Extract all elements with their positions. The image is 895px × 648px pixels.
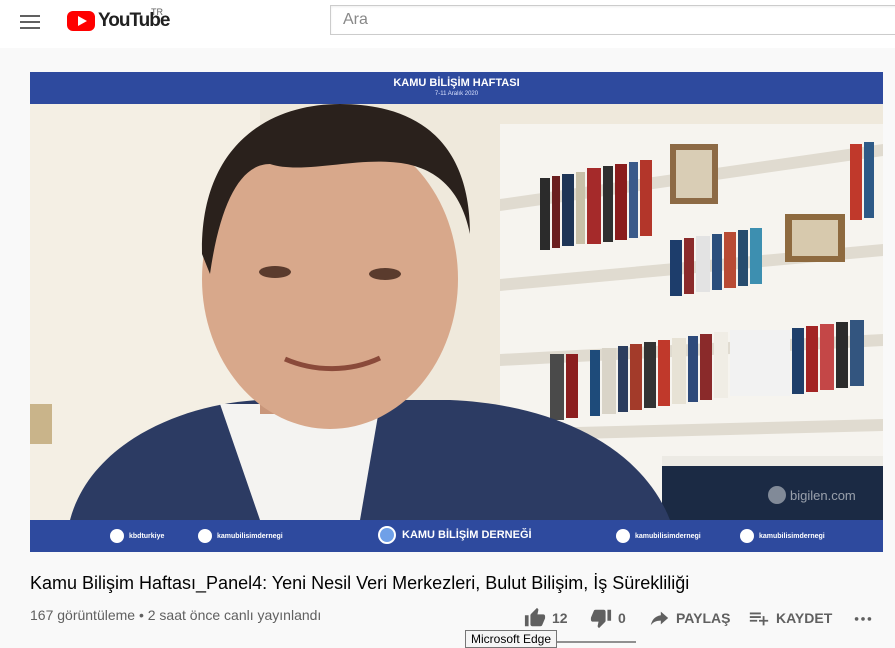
- association-logo-icon: [378, 526, 396, 544]
- linkedin-icon: [198, 529, 212, 543]
- video-title: Kamu Bilişim Haftası_Panel4: Yeni Nesil …: [30, 573, 690, 593]
- dislike-button[interactable]: 0: [590, 607, 626, 629]
- youtube-channel-icon: [740, 529, 754, 543]
- dislike-count: 0: [618, 610, 626, 626]
- search-box[interactable]: [330, 5, 895, 35]
- youtube-handle: kamubilisimdernegi: [740, 529, 825, 543]
- share-icon: [650, 611, 669, 626]
- menu-icon[interactable]: [20, 13, 42, 31]
- playlist-add-icon: [749, 612, 769, 626]
- video-player[interactable]: KAMU BİLİŞİM HAFTASI 7-11 Aralık 2020 bi…: [30, 72, 883, 552]
- association-name: KAMU BİLİŞİM DERNEĞİ: [378, 526, 532, 544]
- twitter-handle: kbdturkiye: [110, 529, 164, 543]
- share-label: PAYLAŞ: [676, 610, 731, 626]
- taskbar-tooltip: Microsoft Edge: [465, 630, 558, 648]
- thumbs-down-icon: [590, 609, 612, 629]
- video-watermark: bigilen.com: [768, 486, 856, 504]
- youtube-play-icon: [67, 11, 95, 31]
- video-meta: 167 görüntüleme • 2 saat önce canlı yayı…: [30, 607, 322, 623]
- banner-title: KAMU BİLİŞİM HAFTASI: [393, 77, 520, 89]
- video-banner: KAMU BİLİŞİM HAFTASI 7-11 Aralık 2020: [30, 72, 883, 104]
- video-frame-scene: [30, 104, 883, 520]
- watermark-logo-icon: [768, 486, 786, 504]
- video-footer-bar: kbdturkiye kamubilisimdernegi KAMU BİLİŞ…: [30, 520, 883, 552]
- like-button[interactable]: 12: [524, 607, 568, 629]
- thumbs-up-icon: [524, 607, 546, 627]
- more-horizontal-icon: [854, 617, 872, 621]
- share-button[interactable]: PAYLAŞ: [648, 607, 730, 629]
- instagram-icon: [616, 529, 630, 543]
- like-count: 12: [552, 610, 568, 626]
- watermark-text: bigilen.com: [790, 487, 856, 503]
- instagram-handle: kamubilisimdernegi: [616, 529, 701, 543]
- masthead: YouTube TR: [0, 0, 895, 48]
- save-label: KAYDET: [776, 610, 833, 626]
- linkedin-handle: kamubilisimdernegi: [198, 529, 283, 543]
- country-code: TR: [151, 7, 163, 17]
- more-actions-button[interactable]: [852, 607, 874, 629]
- search-input[interactable]: [331, 6, 895, 34]
- save-button[interactable]: KAYDET: [748, 607, 832, 629]
- banner-date: 7-11 Aralık 2020: [434, 91, 479, 97]
- twitter-icon: [110, 529, 124, 543]
